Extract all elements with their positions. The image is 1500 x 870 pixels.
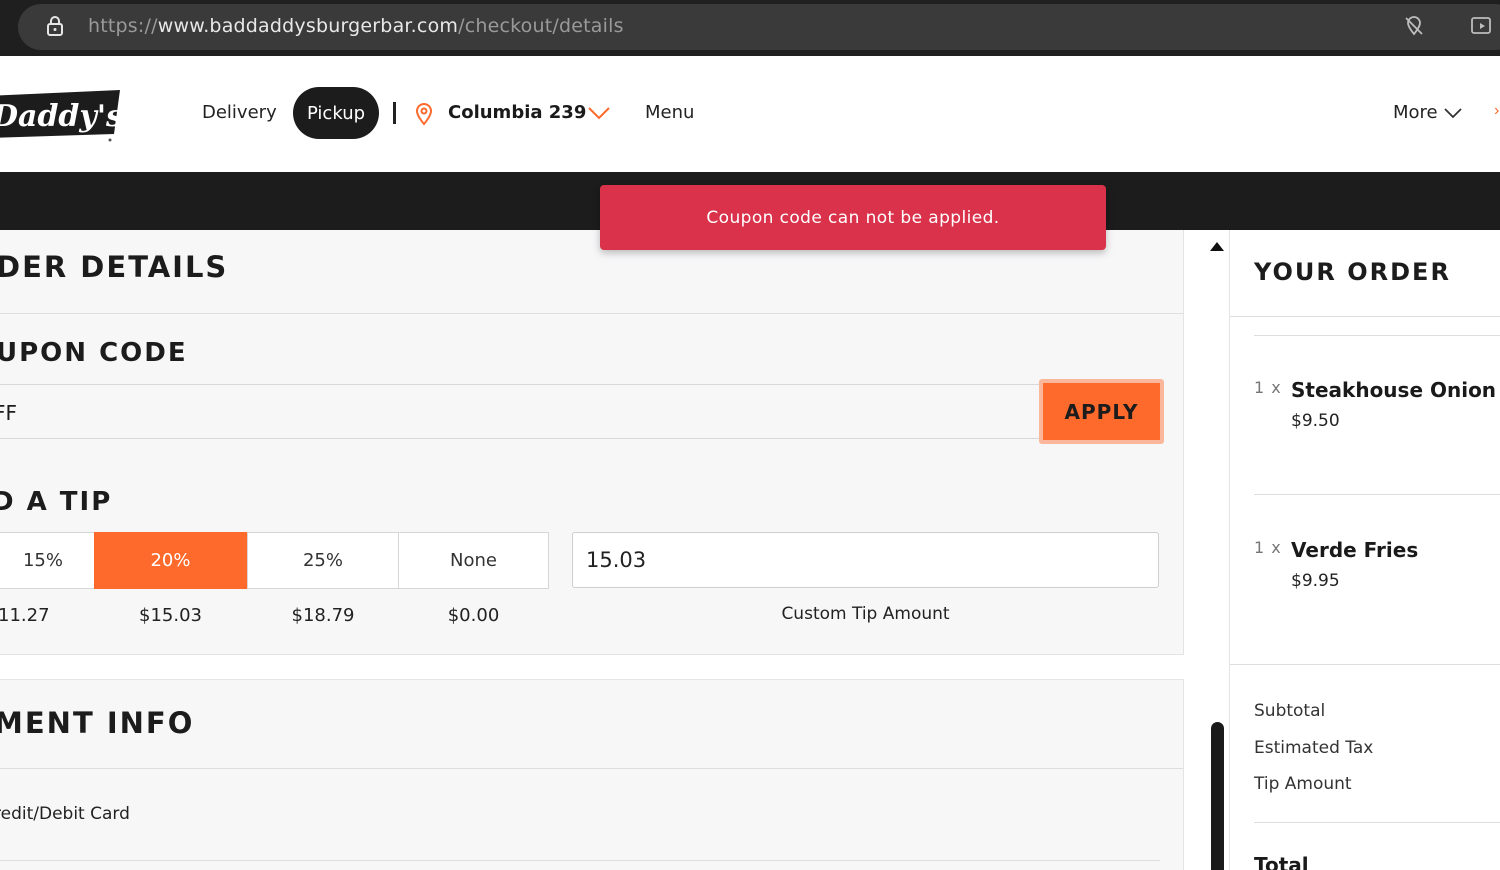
- divider: [1230, 664, 1500, 665]
- order-details-title: DER DETAILS: [0, 250, 229, 284]
- chevron-down-icon[interactable]: [1443, 106, 1463, 120]
- divider: [1254, 335, 1500, 336]
- site-header: Daddy's Delivery Pickup Columbia 239 Men…: [0, 56, 1500, 172]
- divider: [0, 860, 1160, 861]
- estimated-tax-label: Estimated Tax: [1254, 738, 1374, 758]
- custom-tip-label: Custom Tip Amount: [781, 604, 950, 624]
- error-toast: Coupon code can not be applied.: [600, 185, 1106, 250]
- divider: [1254, 822, 1500, 823]
- url-path: /checkout/details: [458, 15, 624, 37]
- total-label: Total: [1254, 853, 1309, 870]
- chevron-down-icon[interactable]: [587, 105, 611, 121]
- location-off-icon[interactable]: [1403, 15, 1425, 37]
- url-text[interactable]: https://www.baddaddysburgerbar.com/check…: [88, 15, 624, 37]
- scrollbar-thumb[interactable]: [1211, 722, 1224, 870]
- item-qty: 1 x: [1254, 538, 1282, 557]
- tip-amount-label: Tip Amount: [1254, 774, 1352, 794]
- nav-divider: [393, 102, 396, 124]
- apply-coupon-button[interactable]: APPLY: [1039, 379, 1164, 444]
- coupon-code-title: UPON CODE: [0, 338, 188, 368]
- item-price: $9.95: [1291, 571, 1340, 591]
- your-order-title: YOUR ORDER: [1254, 258, 1451, 286]
- location-selector[interactable]: Columbia 239: [448, 102, 586, 123]
- tip-amount-25: $18.79: [291, 605, 355, 626]
- scroll-up-arrow-icon[interactable]: [1210, 242, 1224, 251]
- brand-logo[interactable]: Daddy's: [0, 86, 124, 142]
- tip-amount-15: 11.27: [0, 605, 50, 626]
- item-name[interactable]: Steakhouse Onion R: [1291, 378, 1500, 402]
- item-qty: 1 x: [1254, 378, 1282, 397]
- nav-pickup-button[interactable]: Pickup: [293, 87, 379, 139]
- subtotal-label: Subtotal: [1254, 701, 1326, 721]
- tip-option-15[interactable]: 15%: [0, 532, 96, 589]
- tip-amount-none: $0.00: [447, 605, 500, 626]
- nav-menu[interactable]: Menu: [645, 102, 694, 123]
- map-pin-icon: [415, 102, 433, 126]
- divider: [0, 313, 1183, 314]
- browser-toolbar: https://www.baddaddysburgerbar.com/check…: [0, 0, 1500, 56]
- url-host: www.baddaddysburgerbar.com: [157, 15, 459, 37]
- tip-option-20[interactable]: 20%: [94, 532, 247, 589]
- payment-info-title: MENT INFO: [0, 706, 195, 740]
- order-details-panel: [0, 230, 1184, 655]
- item-name[interactable]: Verde Fries: [1291, 538, 1418, 562]
- tip-option-25[interactable]: 25%: [247, 532, 399, 589]
- lock-icon: [47, 16, 63, 36]
- nav-more[interactable]: More: [1393, 102, 1438, 123]
- custom-tip-input[interactable]: 15.03: [572, 532, 1159, 588]
- cart-icon[interactable]: ›: [1494, 102, 1500, 120]
- tip-option-none[interactable]: None: [398, 532, 549, 589]
- logo-text: Daddy's: [0, 99, 123, 134]
- coupon-input[interactable]: [0, 384, 1040, 439]
- divider: [1254, 494, 1500, 495]
- nav-delivery[interactable]: Delivery: [202, 102, 277, 123]
- divider: [1230, 316, 1500, 317]
- add-tip-title: D A TIP: [0, 487, 113, 517]
- url-scheme: https://: [88, 15, 158, 37]
- coupon-input-value: FF: [0, 401, 18, 425]
- tip-amount-20: $15.03: [139, 605, 202, 626]
- payment-method-option[interactable]: redit/Debit Card: [0, 804, 130, 824]
- item-price: $9.50: [1291, 411, 1340, 431]
- picture-in-picture-icon[interactable]: [1470, 15, 1494, 37]
- divider: [0, 768, 1183, 769]
